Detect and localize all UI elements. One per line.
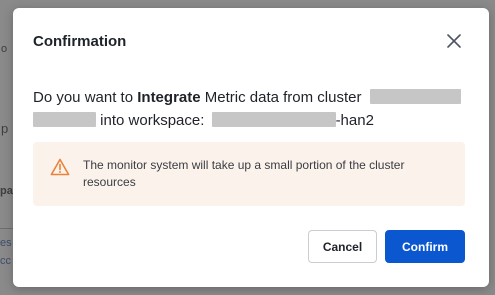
backdrop-text: o: [1, 43, 8, 55]
backdrop-text: p: [1, 121, 9, 136]
backdrop-text: cc: [0, 255, 11, 267]
message-action: Integrate: [137, 89, 201, 106]
backdrop-text: es: [0, 237, 12, 249]
backdrop-text: pa: [0, 185, 13, 197]
backdrop-divider: [0, 228, 14, 229]
warning-text: The monitor system will take up a small …: [83, 158, 405, 189]
message-line2-tail: into workspace:: [96, 112, 209, 129]
message-middle: Metric data from cluster: [200, 89, 366, 106]
workspace-suffix: -han2: [335, 112, 374, 129]
close-button[interactable]: [443, 30, 465, 52]
redacted-workspace-name: [211, 112, 336, 127]
warning-banner: The monitor system will take up a small …: [33, 142, 465, 206]
dialog-title: Confirmation: [33, 33, 127, 50]
close-icon: [447, 34, 461, 48]
redacted-cluster-name-cont: [33, 112, 96, 127]
confirm-button[interactable]: Confirm: [385, 230, 465, 263]
message-prefix: Do you want to: [33, 89, 138, 106]
redacted-cluster-name: [369, 89, 461, 104]
warning-triangle-icon: [50, 158, 70, 176]
confirmation-message: Do you want to Integrate Metric data fro…: [33, 86, 473, 132]
confirmation-dialog: Confirmation Do you want to Integrate Me…: [13, 8, 489, 287]
cancel-button[interactable]: Cancel: [308, 230, 377, 263]
